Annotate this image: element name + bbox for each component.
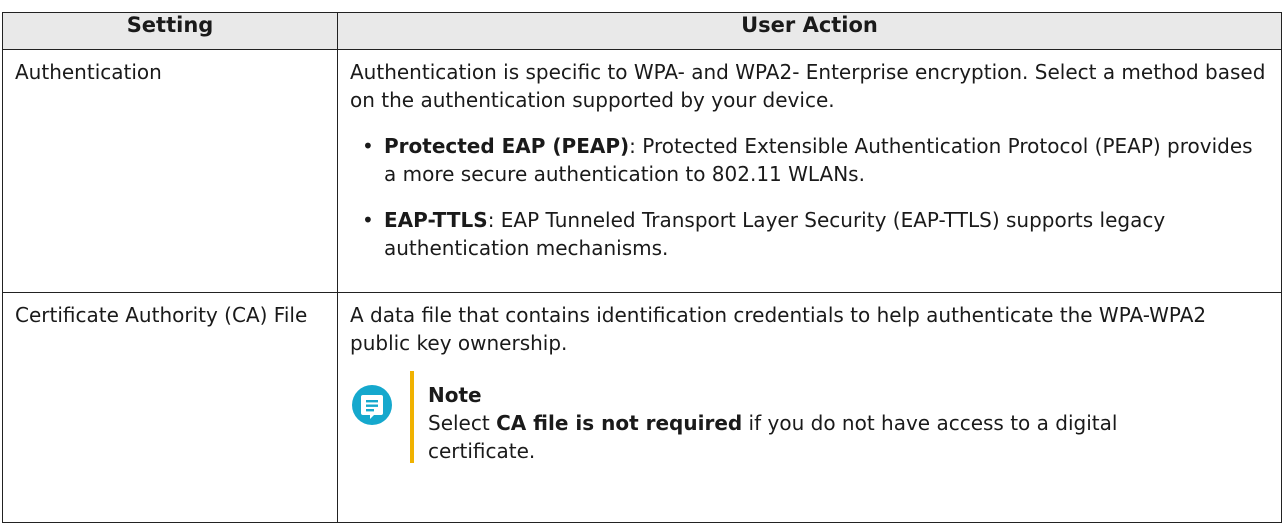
header-user-action: User Action: [337, 12, 1282, 50]
method-description: : EAP Tunneled Transport Layer Security …: [384, 208, 1166, 260]
setting-cell: Authentication: [2, 49, 338, 293]
action-cell: A data file that contains identification…: [337, 292, 1282, 523]
note-title: Note: [428, 383, 482, 407]
setting-cell: Certificate Authority (CA) File: [2, 292, 338, 523]
table-row: Certificate Authority (CA) File A data f…: [2, 292, 1282, 523]
note-body: Note Select CA file is not required if y…: [428, 381, 1168, 465]
method-term: Protected EAP (PEAP): [384, 134, 630, 158]
list-item: • EAP-TTLS: EAP Tunneled Transport Layer…: [350, 206, 1269, 262]
note-callout: Note Select CA file is not required if y…: [350, 371, 1269, 463]
note-text-before: Select: [428, 411, 497, 435]
action-description: Authentication is specific to WPA- and W…: [350, 60, 1266, 112]
table-row: Authentication Authentication is specifi…: [2, 49, 1282, 293]
header-setting: Setting: [2, 12, 338, 50]
method-list: • Protected EAP (PEAP): Protected Extens…: [350, 132, 1269, 262]
bullet-icon: •: [362, 134, 374, 158]
note-icon: [352, 385, 392, 425]
method-term: EAP-TTLS: [384, 208, 488, 232]
note-text-bold: CA file is not required: [496, 411, 743, 435]
action-description: A data file that contains identification…: [350, 303, 1207, 355]
table-header-row: Setting User Action: [2, 12, 1282, 50]
action-cell: Authentication is specific to WPA- and W…: [337, 49, 1282, 293]
settings-table: Setting User Action Authentication Authe…: [2, 12, 1282, 523]
bullet-icon: •: [362, 208, 374, 232]
list-item: • Protected EAP (PEAP): Protected Extens…: [350, 132, 1269, 188]
note-accent-bar: [410, 371, 414, 463]
